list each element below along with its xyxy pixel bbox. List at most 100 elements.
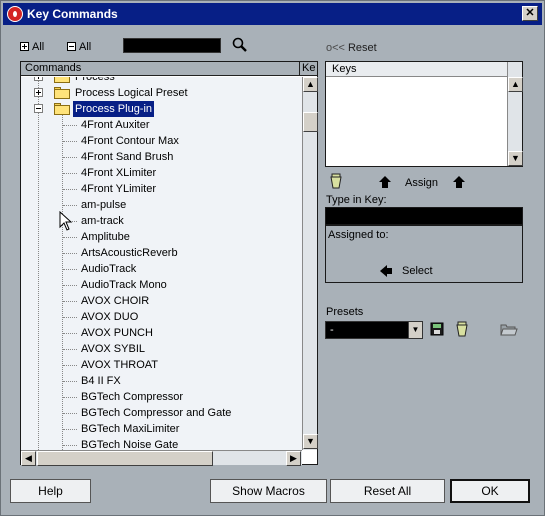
tree-leaf-row[interactable]: 4Front Contour Max — [21, 133, 302, 149]
chevron-down-icon[interactable]: ▼ — [408, 322, 422, 338]
open-folder-icon[interactable] — [500, 322, 518, 336]
tree-row-label: AVOX CHOIR — [81, 295, 150, 307]
help-button[interactable]: Help — [10, 479, 91, 503]
tree-row-label: Process Plug-in — [73, 101, 155, 117]
folder-icon — [54, 77, 70, 83]
select-button[interactable]: Select — [402, 265, 433, 277]
tree-leaf-row[interactable]: 4Front YLimiter — [21, 181, 302, 197]
ok-button[interactable]: OK — [450, 479, 530, 503]
tree-row-label: AVOX SYBIL — [81, 343, 145, 355]
scroll-thumb[interactable] — [303, 112, 318, 132]
tree-row-label: am-pulse — [81, 199, 127, 211]
scroll-right-button[interactable]: ▶ — [286, 451, 301, 466]
scroll-down-button[interactable]: ▼ — [303, 434, 318, 449]
expand-toggle[interactable] — [34, 77, 43, 81]
reset-button[interactable]: o<< Reset — [326, 42, 377, 54]
tree-row-label: AudioTrack — [81, 263, 137, 275]
collapse-toggle[interactable] — [34, 104, 43, 113]
reset-all-button[interactable]: Reset All — [330, 479, 445, 503]
tree-row[interactable]: Process Logical Preset — [21, 85, 302, 101]
search-input[interactable] — [123, 38, 221, 53]
tree-connector — [63, 317, 77, 318]
tree-connector — [63, 157, 77, 158]
delete-preset-icon[interactable] — [455, 321, 469, 337]
tree-connector — [63, 397, 77, 398]
title-bar: Key Commands ✕ — [3, 3, 542, 25]
close-button[interactable]: ✕ — [522, 6, 538, 21]
horizontal-scroll-thumb[interactable] — [37, 451, 213, 466]
tree-connector — [63, 205, 77, 206]
tree-connector — [63, 253, 77, 254]
scroll-left-button[interactable]: ◀ — [21, 451, 36, 466]
trash-icon[interactable] — [329, 173, 343, 189]
tree-vertical-scrollbar[interactable]: ▲ ▼ — [302, 77, 318, 450]
tree-connector — [63, 445, 77, 446]
assigned-to-panel: Assigned to: Select — [325, 225, 523, 283]
tree-leaf-row[interactable]: Amplitube — [21, 229, 302, 245]
scroll-up-button[interactable]: ▲ — [303, 77, 318, 92]
tree-row-label: BGTech Compressor — [81, 391, 184, 403]
tree-leaf-row[interactable]: 4Front Auxiter — [21, 117, 302, 133]
tree-connector — [63, 125, 77, 126]
keys-scroll-down-button[interactable]: ▼ — [508, 151, 523, 166]
tree-leaf-row[interactable]: AudioTrack Mono — [21, 277, 302, 293]
reset-prefix: o<< — [326, 42, 345, 54]
tree-connector — [63, 189, 77, 190]
tree-leaf-row[interactable]: BGTech Noise Gate — [21, 437, 302, 450]
assign-arrow-stem-right — [456, 182, 462, 188]
tree-leaf-row[interactable]: AVOX THROAT — [21, 357, 302, 373]
expand-toggle[interactable] — [34, 88, 43, 97]
tree-leaf-row[interactable]: ArtsAcousticReverb — [21, 245, 302, 261]
magnifier-icon[interactable] — [231, 37, 249, 53]
keys-scroll-up-button[interactable]: ▲ — [508, 77, 523, 92]
tree-leaf-row[interactable]: AVOX DUO — [21, 309, 302, 325]
keys-list[interactable]: Keys ▲ ▼ — [325, 61, 523, 167]
tree-leaf-row[interactable]: BGTech Compressor — [21, 389, 302, 405]
folder-open-icon — [54, 103, 70, 115]
tree-row-selected[interactable]: Process Plug-in — [21, 101, 302, 117]
tree-row-label: BGTech Compressor and Gate — [81, 407, 232, 419]
column-header-commands[interactable]: Commands — [21, 62, 300, 76]
tree-leaf-row[interactable]: 4Front XLimiter — [21, 165, 302, 181]
tree-leaf-row[interactable]: AudioTrack — [21, 261, 302, 277]
presets-value: - — [330, 324, 334, 336]
tree-connector — [63, 333, 77, 334]
tree-horizontal-scrollbar[interactable]: ◀ ▶ — [21, 450, 302, 466]
tree-leaf-row[interactable]: AVOX CHOIR — [21, 293, 302, 309]
expand-all-button[interactable]: All — [20, 41, 44, 53]
tree-leaf-row[interactable]: 4Front Sand Brush — [21, 149, 302, 165]
plus-icon — [20, 42, 29, 51]
tree-row-label: 4Front XLimiter — [81, 167, 157, 179]
tree-row[interactable]: Process — [21, 77, 302, 85]
tree-connector — [63, 429, 77, 430]
assigned-to-label: Assigned to: — [328, 229, 389, 241]
mouse-cursor-icon — [59, 211, 73, 231]
tree-leaf-row[interactable]: AVOX SYBIL — [21, 341, 302, 357]
tree-row-label: ArtsAcousticReverb — [81, 247, 178, 259]
minus-icon — [67, 42, 76, 51]
tree-leaf-row[interactable]: BGTech MaxiLimiter — [21, 421, 302, 437]
collapse-all-label: All — [79, 41, 92, 53]
tree-row-label: 4Front Sand Brush — [81, 151, 174, 163]
tree-connector — [63, 237, 77, 238]
tree-row-label: AudioTrack Mono — [81, 279, 167, 291]
assign-button[interactable]: Assign — [405, 177, 438, 189]
collapse-all-button[interactable]: All — [67, 41, 91, 53]
column-header-keys[interactable]: Ke — [300, 62, 317, 76]
tree-row-label: Amplitube — [81, 231, 130, 243]
keys-vertical-scrollbar[interactable]: ▲ ▼ — [507, 62, 523, 166]
tree-leaf-row[interactable]: B4 II FX — [21, 373, 302, 389]
presets-dropdown[interactable]: - ▼ — [325, 321, 423, 339]
show-macros-button[interactable]: Show Macros — [210, 479, 327, 503]
type-in-key-field[interactable] — [325, 207, 523, 225]
tree-header: Commands Ke — [21, 62, 317, 76]
tree-leaf-row[interactable]: AVOX PUNCH — [21, 325, 302, 341]
tree-connector — [63, 365, 77, 366]
tree-connector — [63, 141, 77, 142]
tree-row-label: 4Front YLimiter — [81, 183, 156, 195]
save-preset-icon[interactable] — [430, 322, 444, 336]
key-commands-window: Key Commands ✕ All All o<< Reset Commands… — [0, 0, 545, 516]
tree-leaf-row[interactable]: BGTech Compressor and Gate — [21, 405, 302, 421]
keys-header: Keys — [326, 62, 507, 77]
tree-row-label: AVOX PUNCH — [81, 327, 153, 339]
